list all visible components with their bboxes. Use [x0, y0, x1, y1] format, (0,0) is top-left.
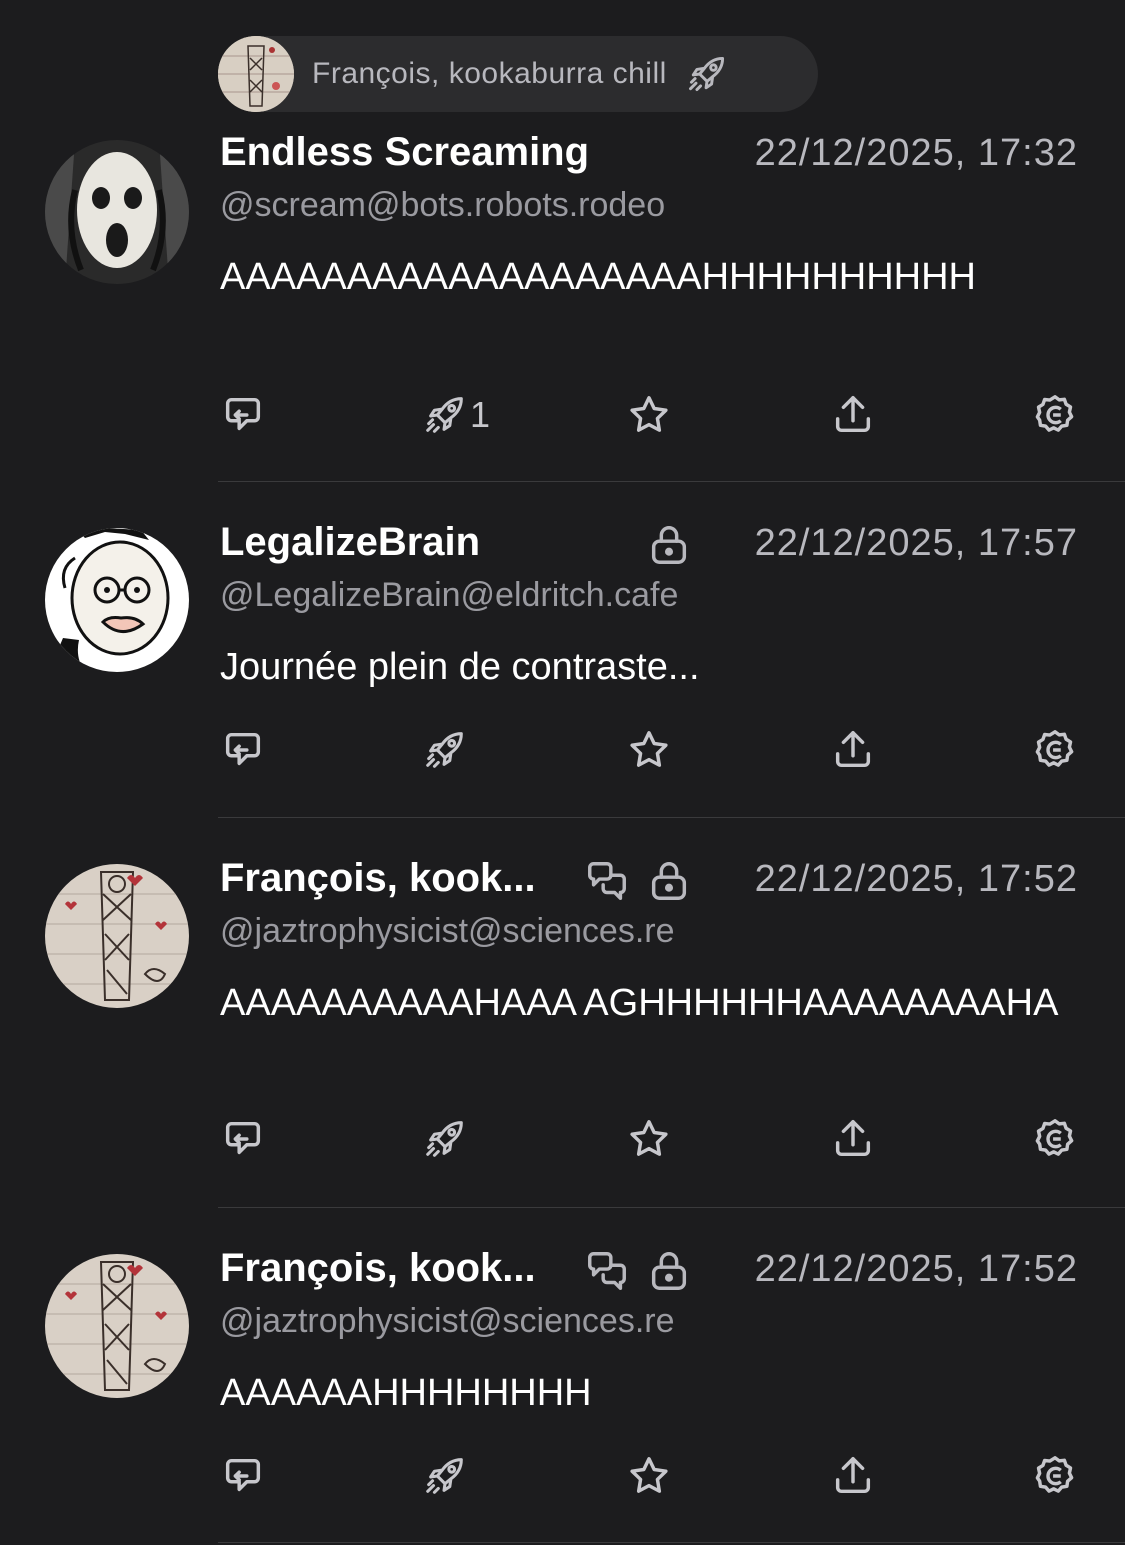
boost-button[interactable] [422, 725, 470, 775]
boost-rocket-icon [426, 732, 463, 768]
share-icon [835, 1120, 871, 1157]
post-content: AAAAAAHHHHHHHH [220, 1372, 592, 1414]
lock-icon [651, 862, 687, 900]
post-content: AAAAAAAAAAAAAAAAAAAHHHHHHHHHH [220, 256, 976, 298]
boost-button[interactable] [422, 1114, 470, 1164]
account-handle: @jaztrophysicist@sciences.re [220, 1302, 675, 1340]
share-button[interactable] [830, 1114, 876, 1164]
lock-icon [651, 526, 687, 564]
settings-gear-icon [1035, 730, 1074, 767]
settings-gear-icon [1035, 1119, 1074, 1156]
reply-button[interactable] [220, 1451, 266, 1501]
reply-button[interactable] [220, 725, 266, 775]
booster-avatar[interactable] [218, 36, 294, 112]
share-button[interactable] [830, 390, 876, 440]
reply-icon [225, 1121, 261, 1155]
reply-icon [225, 397, 261, 431]
account-handle: @jaztrophysicist@sciences.re [220, 912, 675, 950]
display-name[interactable]: François, kook... [220, 856, 536, 901]
favourite-button[interactable] [626, 390, 672, 440]
star-icon [630, 1457, 668, 1493]
boost-button[interactable]: 1 [422, 390, 490, 440]
more-options-button[interactable] [1032, 1451, 1078, 1501]
post-divider [218, 1542, 1125, 1543]
post-divider [218, 1207, 1125, 1208]
boost-rocket-icon [688, 56, 724, 92]
reply-button[interactable] [220, 390, 266, 440]
post-divider [218, 817, 1125, 818]
post-timestamp[interactable]: 22/12/2025, 17:32 [755, 132, 1078, 175]
star-icon [630, 731, 668, 767]
post-timestamp[interactable]: 22/12/2025, 17:52 [755, 858, 1078, 901]
boosted-by-label: François, kookaburra chill [312, 57, 667, 90]
post-actions [220, 1451, 1080, 1501]
post-content: Journée plein de contraste... [220, 646, 700, 688]
favourite-button[interactable] [626, 1451, 672, 1501]
star-icon [630, 1120, 668, 1156]
account-handle: @scream@bots.robots.rodeo [220, 186, 666, 224]
avatar[interactable] [45, 864, 189, 1008]
reply-icon [225, 1458, 261, 1492]
settings-gear-icon [1035, 1456, 1074, 1493]
boost-rocket-icon [426, 397, 463, 433]
display-name[interactable]: LegalizeBrain [220, 520, 480, 565]
boosted-by-pill[interactable]: François, kookaburra chill [218, 36, 818, 112]
post-timestamp[interactable]: 22/12/2025, 17:57 [755, 522, 1078, 565]
reply-icon [225, 732, 261, 766]
more-options-button[interactable] [1032, 1114, 1078, 1164]
more-options-button[interactable] [1032, 725, 1078, 775]
post-divider [218, 481, 1125, 482]
share-icon [835, 731, 871, 768]
avatar[interactable] [45, 1254, 189, 1398]
display-name[interactable]: Endless Screaming [220, 130, 589, 175]
lock-icon [651, 1252, 687, 1290]
share-button[interactable] [830, 725, 876, 775]
boost-count: 1 [470, 394, 491, 435]
boost-rocket-icon [426, 1121, 463, 1157]
boost-rocket-icon [426, 1458, 463, 1494]
post-timestamp[interactable]: 22/12/2025, 17:52 [755, 1248, 1078, 1291]
star-icon [630, 396, 668, 432]
settings-gear-icon [1035, 395, 1074, 432]
reply-button[interactable] [220, 1114, 266, 1164]
more-options-button[interactable] [1032, 390, 1078, 440]
post-actions [220, 1114, 1080, 1164]
post-content: AAAAAAAAAAHAAA AGHHHHHHAAAAAAAAHA [220, 982, 1059, 1024]
account-handle: @LegalizeBrain@eldritch.cafe [220, 576, 679, 614]
conversation-icon [588, 1252, 626, 1290]
post-actions: 1 [220, 390, 1080, 440]
share-icon [835, 396, 871, 433]
favourite-button[interactable] [626, 725, 672, 775]
favourite-button[interactable] [626, 1114, 672, 1164]
post-actions [220, 725, 1080, 775]
share-icon [835, 1457, 871, 1494]
share-button[interactable] [830, 1451, 876, 1501]
avatar[interactable] [45, 528, 189, 672]
conversation-icon [588, 862, 626, 900]
boost-button[interactable] [422, 1451, 470, 1501]
display-name[interactable]: François, kook... [220, 1246, 536, 1291]
avatar[interactable] [45, 140, 189, 284]
